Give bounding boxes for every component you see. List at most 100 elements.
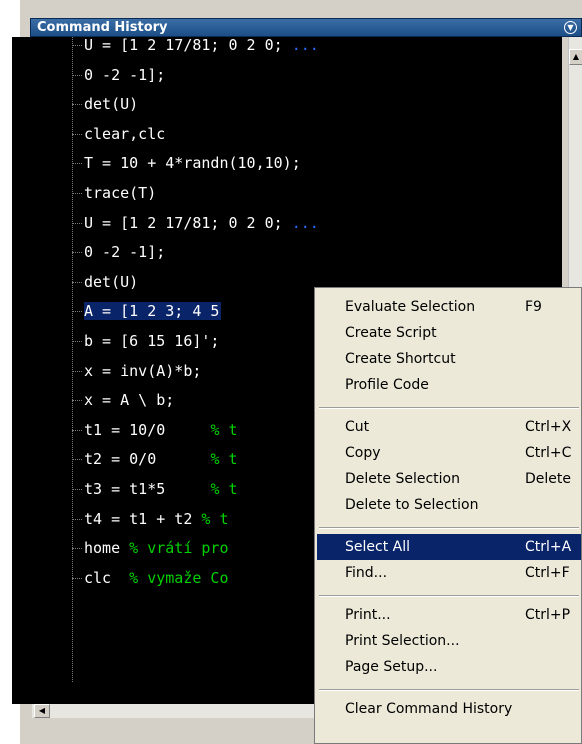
tree-branch xyxy=(72,45,82,46)
tree-branch xyxy=(72,222,82,224)
command-code: 0 -2 -1]; xyxy=(84,65,166,84)
command-code: trace(T) xyxy=(84,184,157,202)
command-comment: % vrátí pro xyxy=(129,539,229,558)
menu-item-cut[interactable]: Cut Ctrl+X xyxy=(317,414,581,440)
history-entry-text: det(U) xyxy=(84,95,138,113)
command-code: U = [1 2 17/81; 0 2 0; xyxy=(84,37,292,54)
history-entry[interactable]: det(U) xyxy=(72,89,552,120)
tree-branch xyxy=(72,163,82,165)
history-entry-text: U = [1 2 17/81; 0 2 0; ... xyxy=(84,214,319,232)
history-entry-text: clear,clc xyxy=(84,125,165,143)
menu-item-delete-selection[interactable]: Delete Selection Delete xyxy=(317,466,581,492)
history-entry-text: clc % vymaže Co xyxy=(84,569,229,587)
menu-separator xyxy=(319,595,579,597)
tree-branch xyxy=(72,577,82,579)
history-entry-text: A = [1 2 3; 4 5 xyxy=(84,302,222,321)
arrow-left-icon[interactable]: ◀ xyxy=(34,704,50,718)
tree-branch xyxy=(72,74,82,76)
command-code: U = [1 2 17/81; 0 2 0; xyxy=(84,213,292,232)
menu-item-profile-code[interactable]: Profile Code xyxy=(317,372,581,398)
menu-item-print-selection[interactable]: Print Selection... xyxy=(317,628,581,654)
menu-item-shortcut: F9 xyxy=(525,299,542,315)
command-code: t4 = t1 + t2 xyxy=(84,509,202,528)
menu-item-label: Create Script xyxy=(345,325,437,341)
menu-item-page-setup[interactable]: Page Setup... xyxy=(317,654,581,680)
menu-item-label: Copy xyxy=(345,445,381,461)
history-entry-text: b = [6 15 16]'; xyxy=(84,332,219,350)
tree-branch xyxy=(72,104,82,106)
menu-item-label: Select All xyxy=(345,539,410,555)
history-entry-text: t1 = 10/0 % t xyxy=(84,421,238,439)
menu-item-label: Delete Selection xyxy=(345,471,460,487)
tree-branch xyxy=(72,281,82,283)
menu-item-select-all[interactable]: Select All Ctrl+A xyxy=(317,534,581,560)
menu-item-label: Evaluate Selection xyxy=(345,299,476,315)
history-entry-text: U = [1 2 17/81; 0 2 0; ... xyxy=(84,37,319,54)
menu-item-print[interactable]: Print... Ctrl+P xyxy=(317,602,581,628)
tree-branch xyxy=(72,489,82,490)
continuation-marker: ... xyxy=(291,37,319,54)
command-code: 0 -2 -1]; xyxy=(84,243,166,262)
menu-item-copy[interactable]: Copy Ctrl+C xyxy=(317,440,581,466)
history-entry[interactable]: trace(T) xyxy=(72,178,552,209)
command-code: t2 = 0/0 xyxy=(84,450,211,469)
history-entry-text: 0 -2 -1]; xyxy=(84,66,165,84)
menu-item-label: Cut xyxy=(345,419,370,435)
command-comment: % t xyxy=(210,420,238,439)
continuation-marker: ... xyxy=(291,213,319,232)
tree-branch xyxy=(72,370,82,372)
history-entry[interactable]: 0 -2 -1]; xyxy=(72,60,552,91)
history-entry-text: x = A \ b; xyxy=(84,391,174,409)
tree-branch xyxy=(72,429,82,431)
menu-item-clear-command-history[interactable]: Clear Command History xyxy=(317,696,581,722)
menu-item-shortcut: Ctrl+C xyxy=(525,445,572,461)
history-entry[interactable]: T = 10 + 4*randn(10,10); xyxy=(72,148,552,179)
history-entry[interactable]: U = [1 2 17/81; 0 2 0; ... xyxy=(72,37,552,61)
command-code: clear,clc xyxy=(84,124,166,143)
horizontal-scrollbar[interactable]: ◀ xyxy=(32,704,332,718)
history-entry-text: x = inv(A)*b; xyxy=(84,362,201,380)
tree-branch xyxy=(72,518,82,520)
command-code: A = [1 2 3; 4 5 xyxy=(84,302,220,321)
menu-item-create-script[interactable]: Create Script xyxy=(317,320,581,346)
arrow-up-icon[interactable]: ▲ xyxy=(569,49,582,65)
history-entry-text: 0 -2 -1]; xyxy=(84,243,165,261)
history-entry-text: t2 = 0/0 % t xyxy=(84,450,238,468)
history-entry[interactable]: 0 -2 -1]; xyxy=(72,237,552,268)
menu-item-evaluate-selection[interactable]: Evaluate Selection F9 xyxy=(317,294,581,320)
tree-branch xyxy=(72,193,82,194)
tree-branch xyxy=(72,252,82,254)
tree-branch xyxy=(72,311,82,313)
menu-item-create-shortcut[interactable]: Create Shortcut xyxy=(317,346,581,372)
menu-separator xyxy=(319,527,579,529)
tree-branch xyxy=(72,341,82,342)
command-comment: % t xyxy=(210,450,238,469)
menu-separator xyxy=(319,407,579,409)
menu-separator xyxy=(319,689,579,691)
menu-item-delete-to-selection[interactable]: Delete to Selection xyxy=(317,492,581,518)
window-title: Command History xyxy=(37,20,168,35)
menu-item-shortcut: Ctrl+P xyxy=(525,607,571,623)
context-menu: Evaluate Selection F9 Create Script Create … xyxy=(314,287,582,744)
command-comment: % vymaže Co xyxy=(129,568,229,587)
command-code: clc xyxy=(84,568,130,587)
chevron-down-circle-icon[interactable]: ▼ xyxy=(564,21,577,34)
command-code: det(U) xyxy=(84,95,139,114)
menu-item-label: Create Shortcut xyxy=(345,351,456,367)
history-entry[interactable]: U = [1 2 17/81; 0 2 0; ... xyxy=(72,208,552,239)
command-comment: % t xyxy=(210,480,238,498)
menu-item-shortcut: Ctrl+A xyxy=(525,539,572,555)
tree-branch xyxy=(72,459,82,461)
menu-item-shortcut: Delete xyxy=(525,471,571,487)
command-code: t1 = 10/0 xyxy=(84,420,211,439)
title-bar: Command History ▼ xyxy=(30,18,582,37)
command-code: x = inv(A)*b; xyxy=(84,361,202,380)
command-code: b = [6 15 16]'; xyxy=(84,332,220,350)
menu-item-find[interactable]: Find... Ctrl+F xyxy=(317,560,581,586)
menu-item-label: Page Setup... xyxy=(345,659,438,675)
menu-item-shortcut: Ctrl+X xyxy=(525,419,572,435)
menu-item-label: Print Selection... xyxy=(345,633,460,649)
command-code: T = 10 + 4*randn(10,10); xyxy=(84,154,301,173)
menu-item-label: Print... xyxy=(345,607,391,623)
history-entry[interactable]: clear,clc xyxy=(72,119,552,150)
